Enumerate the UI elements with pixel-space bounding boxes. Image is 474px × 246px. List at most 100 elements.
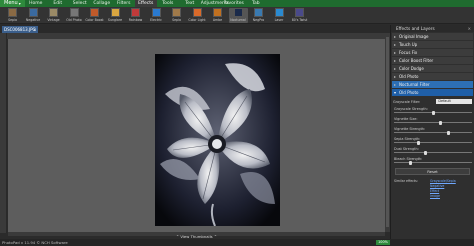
effect-tool-button[interactable]: Vintage [44,8,63,23]
effect-layer-section[interactable]: Touch Up [392,41,473,48]
effect-thumbnail-icon [28,8,38,17]
effect-tool-button[interactable]: Negative [24,8,43,23]
document-tab[interactable]: DSC006813.JPG x [2,26,38,33]
similar-link[interactable]: Negative [430,184,444,188]
effect-tool-button[interactable]: Color Light [188,8,207,23]
effect-thumbnail-icon [172,8,181,17]
menu-effects[interactable]: Effects [134,0,157,7]
slider-label: Vignette Strength: [394,127,426,131]
effect-tool-button[interactable]: Sepia [3,8,22,23]
photopad-window: Menu ▾ Home Edit Select Collage Filters … [0,0,474,246]
effect-tool-label: Color Boost [85,18,104,22]
reset-button[interactable]: Reset [395,168,470,175]
similar-effects: Similar effects: Grayscale/Sepia Negativ… [394,179,471,199]
effect-tool-label: Rainbow [128,18,143,22]
zoom-level[interactable]: 100% [376,240,390,245]
effect-layer-section[interactable]: Color Boost Filter [392,57,473,64]
effect-layer-section[interactable]: Color Dodge [392,65,473,72]
menu-favorites[interactable]: Favorites [223,0,245,7]
slider-knob[interactable] [416,140,420,145]
close-icon[interactable]: × [468,25,471,32]
effect-slider[interactable]: Dust Strength: [394,147,472,155]
effect-layer-section[interactable]: Focus Fix [392,49,473,56]
scroll-thumb[interactable] [386,37,389,227]
menu-text[interactable]: Text [179,0,201,7]
effect-tool-label: 80's Twist [291,18,308,22]
flower-image [155,54,280,226]
slider-knob[interactable] [424,150,427,155]
app-menu-label: Menu [4,0,18,6]
menu-adjustments[interactable]: Adjustments [201,0,229,7]
slider-knob[interactable] [431,110,435,115]
effect-tool-label: Ambe [212,18,223,22]
effect-tool-button[interactable]: Laser [270,8,289,23]
document-tabs: DSC006813.JPG x [0,25,390,33]
effects-layers-panel: Effects and Layers × Original ImageTouch… [390,25,474,239]
effect-tool-button[interactable]: Color Boost [85,8,104,23]
similar-link[interactable]: Grayscale/Sepia [430,179,456,183]
similar-link[interactable]: Image [430,194,440,198]
effect-thumbnail-icon [233,8,243,17]
slider-knob[interactable] [409,160,412,165]
menu-home[interactable]: Home [25,0,47,7]
slider-track[interactable] [394,132,472,133]
effect-tool-button[interactable]: NegPro [249,8,268,23]
menu-tools[interactable]: Tools [157,0,179,7]
menu-collage[interactable]: Collage [91,0,113,7]
slider-label: Vignette Size: [394,117,418,121]
effect-thumbnail-icon [274,8,284,17]
slider-track[interactable] [394,122,472,123]
effect-thumbnail-icon [192,8,202,17]
effect-tool-button[interactable]: 80's Twist [290,8,309,23]
effect-slider[interactable]: Vignette Size: [394,117,472,125]
close-icon[interactable]: x [34,26,36,33]
effect-tool-button[interactable]: Electric [147,8,166,23]
effect-thumbnail-icon [110,8,120,17]
slider-label: Sepia Strength: [394,137,421,141]
effects-toolbar: Sepia Negative Vintage Old Photo Color Boost… [0,7,474,24]
effect-layer-section[interactable]: Old Photo [392,89,473,96]
effect-tool-button[interactable]: Sunglare [106,8,125,23]
effect-tool-button[interactable]: Nocturnal [228,8,248,23]
effect-tool-label: Negative [25,18,41,22]
effect-slider[interactable]: Bleach Strength: [394,157,472,165]
preset-select[interactable]: Default [436,99,472,104]
slider-label: Dust Strength: [394,147,419,151]
menu-bar: Menu ▾ Home Edit Select Collage Filters … [0,0,474,7]
slider-knob[interactable] [439,120,442,125]
effect-tool-label: Sepia [8,18,17,22]
menu-tab[interactable]: Tab [245,0,267,7]
app-menu-button[interactable]: Menu ▾ [0,0,25,7]
effect-layer-section[interactable]: Nocturnal Filter [392,81,473,88]
status-bar: PhotoPad v 11.94 © NCH Software 100% [0,239,474,246]
effect-tool-label: Sunglare [107,18,123,22]
effect-tool-label: Vintage [47,18,60,22]
effect-thumbnail-icon [295,8,304,17]
slider-track[interactable] [394,162,472,163]
similar-link[interactable]: Effect [430,189,439,193]
preset-label: Grayscale Filter: [393,99,421,104]
effect-tool-label: Color Light [188,18,206,22]
effect-tool-label: NegPro [252,18,265,22]
menu-filters[interactable]: Filters [113,0,135,7]
slider-track[interactable] [394,142,472,143]
edited-photo[interactable] [155,54,280,226]
slider-knob[interactable] [446,130,450,135]
effect-slider[interactable]: Vignette Strength: [394,127,472,135]
image-canvas[interactable] [8,39,385,232]
effect-thumbnail-icon [8,8,17,17]
menu-edit[interactable]: Edit [47,0,69,7]
effect-tool-button[interactable]: Rainbow [126,8,145,23]
effect-slider[interactable]: Sepia Strength: [394,137,472,145]
effect-layer-section[interactable]: Old Photo [392,73,473,80]
document-tab-title: DSC006813.JPG [4,27,36,32]
slider-track[interactable] [394,152,472,153]
effect-tool-button[interactable]: Sepia [167,8,186,23]
effect-slider[interactable]: Grayscale Strength: [394,107,472,115]
effect-tool-button[interactable]: Old Photo [65,8,84,23]
effect-tool-button[interactable]: Ambe [208,8,227,23]
panel-title: Effects and Layers × [391,25,474,32]
effect-layer-section[interactable]: Original Image [392,33,473,40]
panel-title-text: Effects and Layers [396,26,435,31]
menu-select[interactable]: Select [69,0,91,7]
